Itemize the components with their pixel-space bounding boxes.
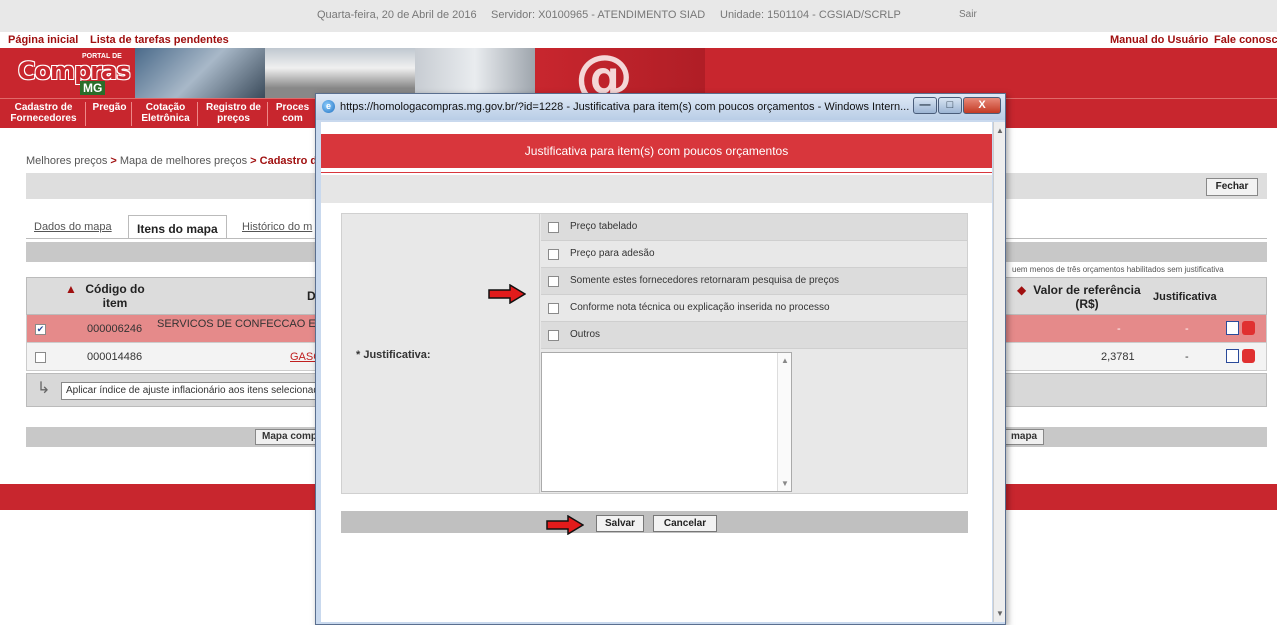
scroll-up-icon: ▲ (996, 126, 1004, 135)
justification-textarea[interactable]: ▲ ▼ (541, 352, 792, 492)
justification-form: * Justificativa: Preço tabelado Preço pa… (341, 213, 968, 494)
row-checkbox[interactable]: ✔ (35, 324, 46, 335)
logo-main-text: Compras (18, 57, 131, 85)
label-column: * Justificativa: (342, 214, 540, 493)
reference-value: - (1117, 323, 1121, 335)
server-info: Servidor: X0100965 - ATENDIMENTO SIAD (491, 9, 706, 21)
remove-icon[interactable] (1242, 349, 1255, 363)
contact-link[interactable]: Fale conosco (1214, 34, 1277, 46)
menu-item-registro-precos[interactable]: Registro de preços (200, 102, 268, 126)
tab-dados-do-mapa[interactable]: Dados do mapa (26, 215, 120, 239)
scroll-up-icon: ▲ (781, 356, 789, 365)
internet-explorer-icon: e (322, 100, 335, 113)
popup-window-title: https://homologacompras.mg.gov.br/?id=12… (340, 101, 910, 113)
tab-historico[interactable]: Histórico do m (234, 215, 320, 239)
tab-itens-do-mapa[interactable]: Itens do mapa (128, 215, 227, 239)
banner-photo-students (135, 48, 265, 98)
menu-item-cotacao-eletronica[interactable]: Cotação Eletrônica (134, 102, 198, 126)
maximize-button[interactable]: □ (938, 97, 962, 114)
popup-strip (321, 175, 992, 203)
option-preco-adesao[interactable]: Preço para adesão (541, 241, 967, 268)
checkbox[interactable] (548, 276, 559, 287)
reference-value: 2,3781 (1101, 351, 1135, 363)
popup-header: Justificativa para item(s) com poucos or… (321, 134, 992, 170)
banner-photo-computer (415, 48, 535, 98)
at-symbol-icon: @ (575, 48, 633, 98)
checkbox[interactable] (548, 222, 559, 233)
apply-inflation-index-button[interactable]: Aplicar índice de ajuste inflacionário a… (61, 382, 321, 400)
pending-tasks-link[interactable]: Lista de tarefas pendentes (90, 34, 229, 46)
breadcrumb-separator: > (250, 155, 257, 167)
checkbox[interactable] (548, 330, 559, 341)
site-banner: PORTAL DE Compras MG @ (0, 48, 1277, 98)
save-button[interactable]: Salvar (596, 515, 644, 532)
option-nota-tecnica[interactable]: Conforme nota técnica ou explicação inse… (541, 295, 967, 322)
quick-links-row: Página inicial Lista de tarefas pendente… (0, 32, 1277, 48)
item-code: 000014486 (87, 351, 143, 363)
column-header-codigo[interactable]: Código do item (75, 282, 155, 310)
breadcrumb: Melhores preços > Mapa de melhores preço… (26, 155, 317, 167)
close-button[interactable]: Fechar (1206, 178, 1258, 196)
scroll-down-icon: ▼ (781, 479, 789, 488)
home-link[interactable]: Página inicial (8, 34, 78, 46)
item-description: SERVICOS DE CONFECCAO E (157, 318, 316, 330)
item-code: 000006246 (87, 323, 143, 335)
top-info-bar: Quarta-feira, 20 de Abril de 2016 Servid… (0, 0, 1277, 32)
remove-icon[interactable] (1242, 321, 1255, 335)
option-label: Outros (570, 329, 601, 340)
arrow-down-right-icon: ↳ (37, 380, 51, 397)
edit-justification-icon[interactable] (1226, 321, 1239, 335)
option-label: Somente estes fornecedores retornaram pe… (570, 275, 840, 286)
checkbox[interactable] (548, 303, 559, 314)
mapa-comparativo-button[interactable]: Mapa comp (255, 429, 325, 445)
logo-mg-text: MG (80, 81, 106, 95)
annotation-arrow-icon (546, 515, 584, 535)
cancel-button[interactable]: Cancelar (653, 515, 717, 532)
popup-title-bar[interactable]: e https://homologacompras.mg.gov.br/?id=… (316, 94, 1005, 120)
option-somente-fornecedores[interactable]: Somente estes fornecedores retornaram pe… (541, 268, 967, 295)
column-header-valor-referencia[interactable]: Valor de referência (R$) (1027, 283, 1147, 311)
justification-value: - (1185, 351, 1189, 363)
header-divider (321, 172, 992, 173)
banner-photo-at-symbol: @ (535, 48, 705, 98)
justification-popup-window: e https://homologacompras.mg.gov.br/?id=… (315, 93, 1006, 625)
option-label: Preço para adesão (570, 248, 655, 259)
option-outros[interactable]: Outros (541, 322, 967, 349)
logout-link[interactable]: Sair (959, 9, 977, 20)
sort-icon: ◆ (1017, 283, 1027, 297)
breadcrumb-mapa[interactable]: Mapa de melhores preços (120, 155, 247, 167)
checkbox[interactable] (548, 249, 559, 260)
option-label: Conforme nota técnica ou explicação inse… (570, 302, 830, 313)
breadcrumb-current: Cadastro d (259, 155, 318, 167)
banner-photo-cars (265, 48, 415, 98)
close-window-button[interactable]: X (963, 97, 1001, 114)
minimize-button[interactable]: — (913, 97, 937, 114)
breadcrumb-separator: > (110, 155, 117, 167)
menu-item-cadastro-fornecedores[interactable]: Cadastro de Fornecedores (2, 102, 86, 126)
edit-justification-icon[interactable] (1226, 349, 1239, 363)
row-checkbox[interactable] (35, 352, 46, 363)
menu-item-pregao[interactable]: Pregão (88, 102, 132, 126)
textarea-scrollbar[interactable]: ▲ ▼ (777, 353, 791, 491)
justification-value: - (1185, 323, 1189, 335)
user-manual-link[interactable]: Manual do Usuário (1110, 34, 1208, 46)
compras-mg-logo[interactable]: PORTAL DE Compras MG (12, 51, 132, 95)
popup-heading: Justificativa para item(s) com poucos or… (524, 144, 789, 158)
mapa-button[interactable]: mapa (1005, 429, 1045, 445)
breadcrumb-melhores-precos[interactable]: Melhores preços (26, 155, 107, 167)
current-date: Quarta-feira, 20 de Abril de 2016 (317, 9, 477, 21)
table-note: uem menos de três orçamentos habilitados… (1012, 265, 1224, 274)
popup-scrollbar[interactable]: ▲ ▼ (993, 122, 1005, 622)
annotation-arrow-icon (488, 284, 526, 304)
justification-label: * Justificativa: (356, 349, 431, 361)
unit-info: Unidade: 1501104 - CGSIAD/SCRLP (720, 9, 901, 21)
scroll-down-icon: ▼ (996, 609, 1004, 618)
menu-item-processo-compra[interactable]: Proces com (270, 102, 316, 126)
popup-content: Justificativa para item(s) com poucos or… (321, 122, 992, 622)
option-preco-tabelado[interactable]: Preço tabelado (541, 214, 967, 241)
option-label: Preço tabelado (570, 221, 638, 232)
column-header-justificativa: Justificativa (1153, 291, 1217, 303)
